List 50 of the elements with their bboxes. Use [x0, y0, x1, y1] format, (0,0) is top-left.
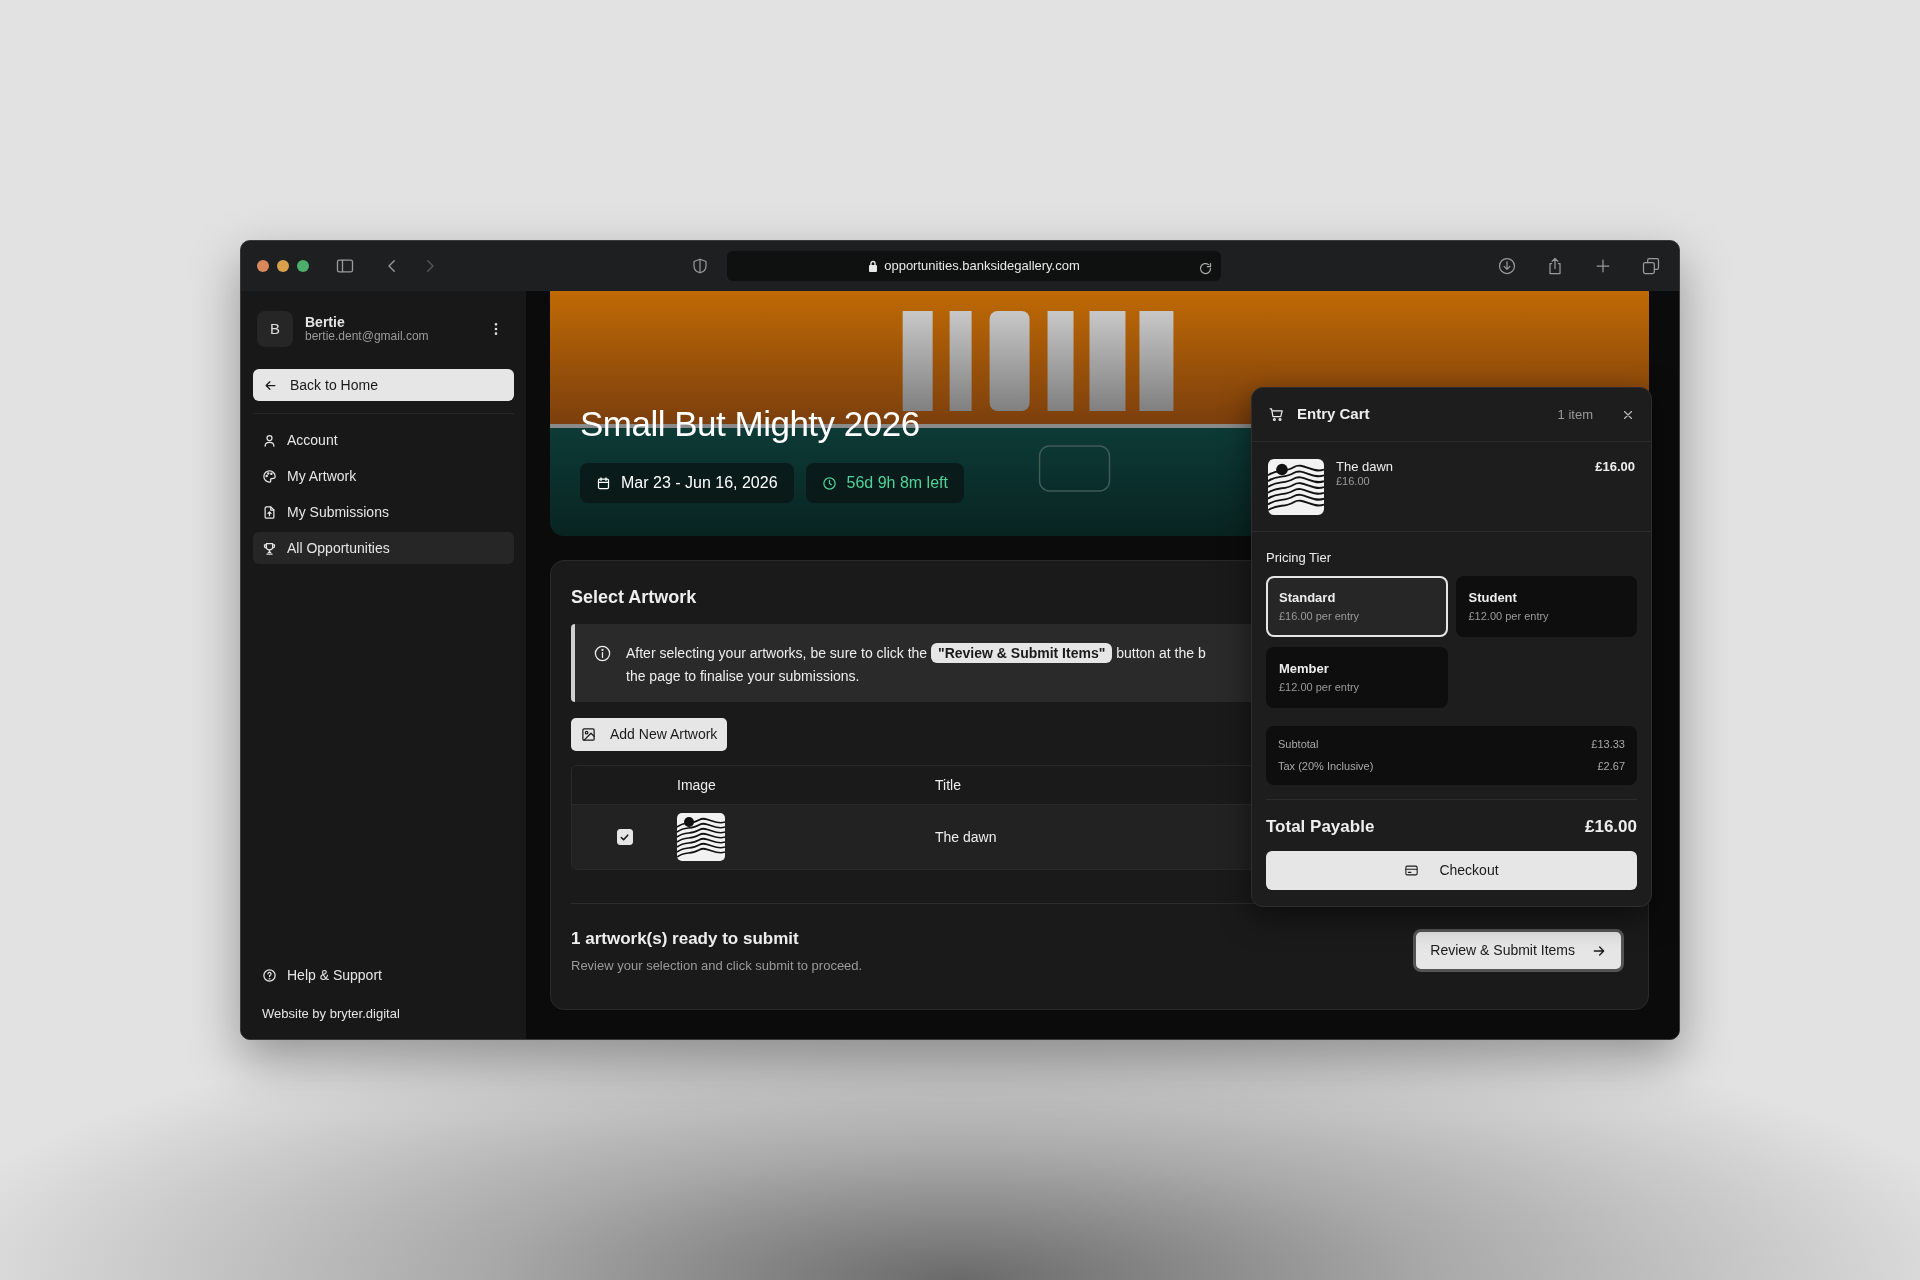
total-label: Total Payable [1266, 815, 1375, 838]
lock-icon [868, 260, 879, 272]
question-circle-icon [262, 968, 277, 983]
breakdown-value: £2.67 [1597, 759, 1625, 774]
pricing-tier-label: Pricing Tier [1266, 549, 1333, 567]
close-window-button[interactable] [257, 260, 269, 272]
trophy-icon [262, 540, 277, 556]
help-support-link[interactable]: Help & Support [253, 959, 514, 992]
person-icon [262, 432, 277, 448]
info-icon [593, 644, 612, 663]
summary-title: 1 artwork(s) ready to submit [571, 928, 799, 950]
credit-text: Website by bryter.digital [261, 1004, 401, 1023]
sidebar-item[interactable]: All Opportunities [253, 532, 514, 564]
document-icon [262, 504, 277, 520]
breakdown-value: £13.33 [1591, 736, 1625, 752]
download-icon [1497, 256, 1517, 276]
breakdown-label: Tax (20% Inclusive) [1278, 759, 1374, 774]
total-value: £16.00 [1585, 815, 1637, 838]
add-new-artwork-button[interactable]: Add New Artwork [571, 718, 728, 751]
info-text: After selecting your artworks, be sure to click the "Review & Submit Items" button at the b the page to finalise your submissions. [626, 642, 1206, 686]
url-text: opportunities.banksidegallery.com [884, 257, 1080, 276]
breakdown-label: Subtotal [1278, 736, 1319, 752]
shield-icon [691, 257, 709, 275]
column-header: Image [677, 776, 716, 793]
pricing-tier-option[interactable]: Member £12.00 per entry [1266, 646, 1448, 708]
pricing-tier-option[interactable]: Student £12.00 per entry [1455, 575, 1637, 637]
sidebar-item[interactable]: My Submissions [253, 496, 514, 528]
minimize-window-button[interactable] [277, 260, 289, 272]
tabs-icon [1641, 256, 1661, 276]
user-email: bertie.dent@gmail.com [305, 330, 429, 344]
column-header: Title [935, 776, 961, 793]
sidebar-item[interactable]: My Artwork [253, 460, 514, 492]
sidebar-item[interactable]: Account [253, 424, 514, 456]
maximize-window-button[interactable] [297, 260, 309, 272]
user-name: Bertie [305, 314, 346, 331]
summary-subtitle: Review your selection and click submit to proceed. [571, 956, 863, 975]
review-submit-button[interactable]: Review & Submit Items [1413, 929, 1624, 972]
back-to-home-button[interactable]: Back to Home [253, 369, 514, 401]
image-icon [581, 727, 596, 742]
pricing-tier-option[interactable]: Standard £16.00 per entry [1266, 575, 1448, 637]
section-title: Select Artwork [571, 587, 697, 609]
user-avatar: B [257, 311, 293, 347]
row-checkbox[interactable] [616, 829, 633, 845]
reload-icon [1198, 261, 1213, 277]
palette-icon [262, 468, 277, 484]
credit-card-icon [1404, 863, 1420, 878]
checkout-button[interactable]: Checkout [1266, 851, 1637, 890]
checkmark-icon [619, 831, 630, 843]
address-bar[interactable]: opportunities.banksidegallery.com [727, 251, 1221, 281]
table-cell: The dawn [935, 828, 997, 845]
